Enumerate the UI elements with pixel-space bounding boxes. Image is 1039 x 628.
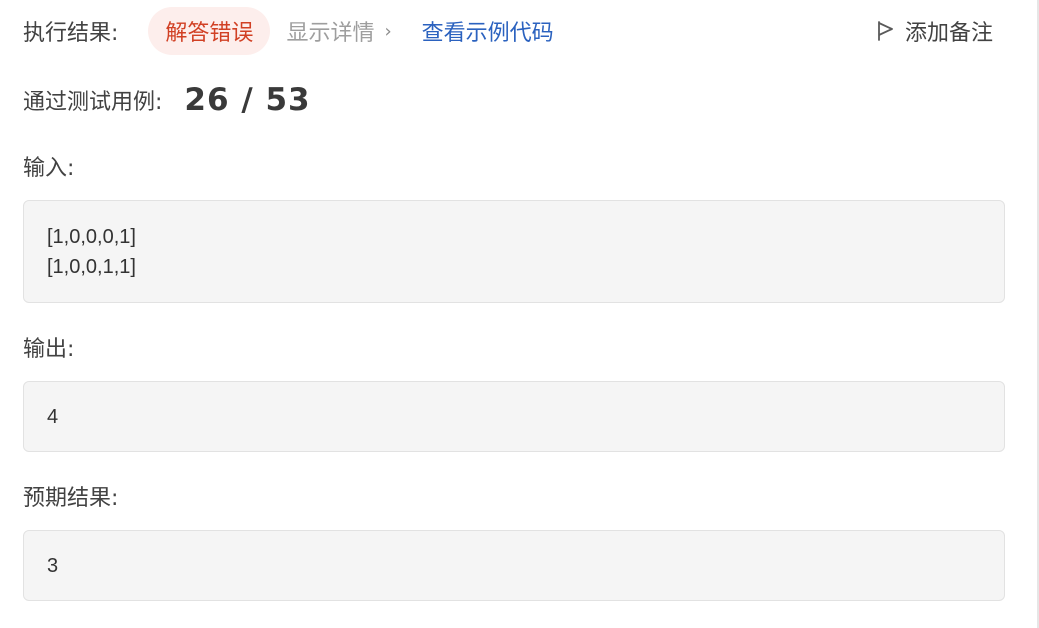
result-label: 执行结果:	[23, 21, 119, 46]
view-example-code-link[interactable]: 查看示例代码	[422, 15, 554, 47]
input-line: [1,0,0,1,1]	[47, 256, 136, 278]
show-details-label: 显示详情	[286, 21, 375, 46]
status-badge[interactable]: 解答错误	[148, 7, 271, 55]
submission-result-panel: 执行结果: 解答错误 显示详情 › 查看示例代码 添加备注 通过测试用例: 26…	[0, 0, 1039, 628]
input-line: [1,0,0,0,1]	[47, 226, 136, 248]
chevron-right-icon: ›	[384, 20, 392, 42]
result-row: 执行结果: 解答错误 显示详情 › 查看示例代码 添加备注	[23, 6, 993, 56]
input-box[interactable]: [1,0,0,0,1] [1,0,0,1,1]	[23, 200, 1005, 303]
add-note-button[interactable]: 添加备注	[877, 6, 993, 56]
pass-row: 通过测试用例: 26 / 53	[23, 78, 311, 122]
pass-count: 26 / 53	[184, 82, 311, 118]
pass-label: 通过测试用例:	[23, 90, 163, 115]
flag-icon	[878, 21, 893, 41]
expected-value: 3	[47, 555, 59, 577]
output-box[interactable]: 4	[23, 381, 1005, 452]
show-details-link[interactable]: 显示详情 ›	[286, 15, 391, 47]
expected-box[interactable]: 3	[23, 530, 1005, 601]
output-value: 4	[47, 406, 59, 428]
expected-label: 预期结果:	[23, 486, 119, 511]
input-label: 输入:	[23, 156, 75, 181]
add-note-label: 添加备注	[904, 21, 993, 46]
output-label: 输出:	[23, 337, 75, 362]
